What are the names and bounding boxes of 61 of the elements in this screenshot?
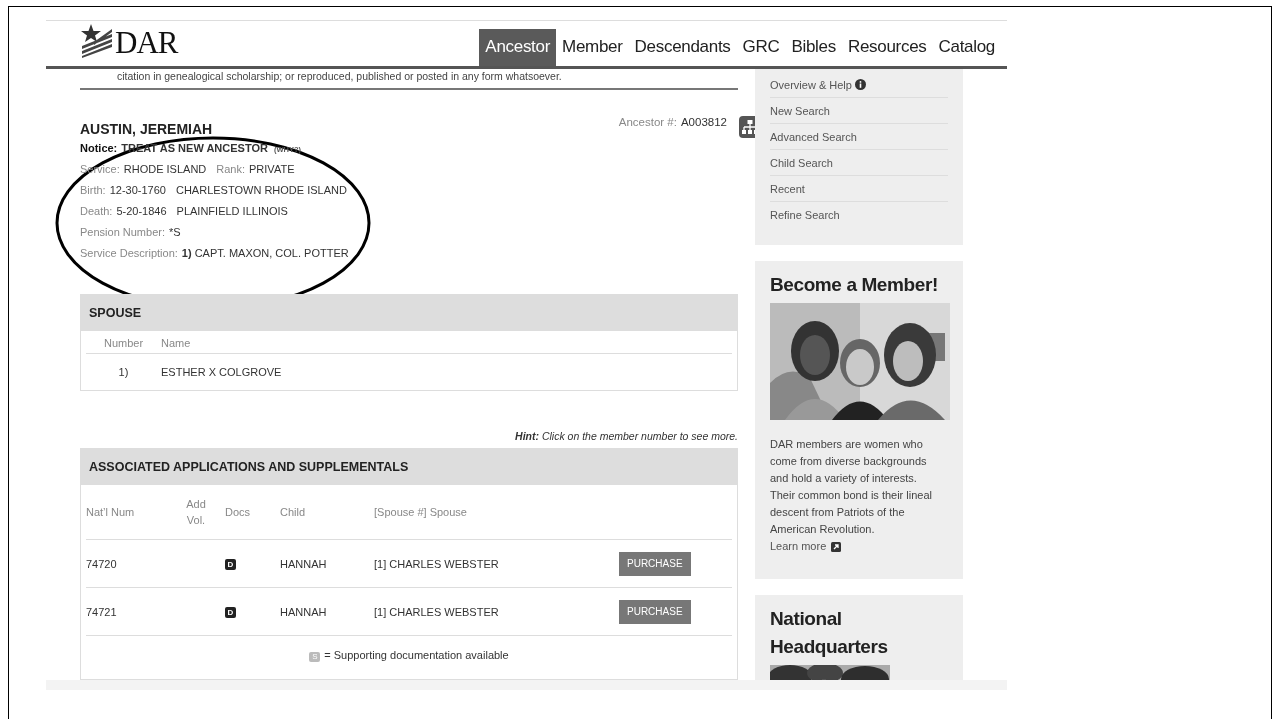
purchase-button[interactable]: PURCHASE — [619, 551, 691, 576]
ancestor-number: A003812 — [680, 116, 727, 128]
purchase-button[interactable]: PURCHASE — [619, 599, 691, 624]
column-header: Add Vol. — [185, 496, 207, 528]
card-title: Become a Member! — [770, 273, 939, 297]
fact-value: 1) CAPT. MAXON, COL. POTTER — [181, 247, 349, 259]
star-flag-icon — [80, 24, 114, 58]
ancestor-name: AUSTIN, JEREMIAH — [80, 121, 213, 137]
fact-label: Birth: — [80, 184, 106, 196]
nav-tab[interactable]: Descendants — [628, 29, 737, 66]
table-cell-text: [1] CHARLES WEBSTER — [374, 557, 500, 570]
nav-tab[interactable]: Bibles — [785, 29, 842, 66]
sidebar-item[interactable]: Refine Search — [770, 202, 948, 227]
fact-label: Rank: — [216, 163, 246, 175]
fact-value: PRIVATE — [249, 163, 295, 175]
fact-value: CHARLESTOWN RHODE ISLAND — [175, 184, 347, 196]
table-cell-text: HANNAH — [280, 605, 328, 618]
fact-label: Pension Number: — [80, 226, 165, 238]
sidebar-item[interactable]: New Search — [770, 98, 948, 124]
fact-value: PLAINFIELD ILLINOIS — [176, 205, 288, 217]
column-header: [Spouse #] Spouse — [374, 506, 468, 518]
table-cell-text: 1) — [117, 365, 130, 380]
column-header: Docs — [225, 506, 252, 518]
table-cell-text: [1] CHARLES WEBSTER — [374, 605, 500, 618]
notice-label: Notice: — [80, 142, 118, 154]
hint-text: Hint: Click on the member number to see more. — [514, 430, 738, 442]
nav-tab[interactable]: Member — [556, 29, 629, 66]
fact-value: RHODE ISLAND — [123, 163, 207, 175]
document-badge[interactable]: D — [225, 607, 236, 618]
card-title: National Headquarters — [770, 607, 889, 659]
sidebar-item[interactable]: Overview & Help — [770, 72, 948, 98]
sidebar-item[interactable]: Recent — [770, 176, 948, 202]
fact-label: Death: — [80, 205, 113, 217]
ancestor-number-label: Ancestor #: — [618, 116, 677, 128]
nav-tab[interactable]: GRC — [736, 29, 786, 66]
sidebar-item[interactable]: Advanced Search — [770, 124, 948, 150]
column-header: Number — [102, 336, 145, 351]
sidebar-item[interactable]: Child Search — [770, 150, 948, 176]
column-header: Nat’l Num — [86, 506, 136, 518]
panel-heading: SPOUSE — [81, 295, 737, 331]
fact-value: 5-20-1846 — [116, 205, 167, 217]
table-cell-text: 74720 — [86, 557, 118, 570]
fact-value: *S — [169, 226, 181, 238]
table-cell-text: 74721 — [86, 605, 118, 618]
column-header: Child — [280, 506, 307, 518]
learn-more-link[interactable]: Learn more — [770, 538, 948, 555]
document-badge[interactable]: D — [225, 559, 236, 570]
external-link-icon — [831, 541, 842, 552]
nav-tab[interactable]: Ancestor — [479, 29, 557, 66]
fact-label: Service Description: — [80, 247, 178, 259]
table-cell-text: HANNAH — [280, 557, 328, 570]
nav-tab[interactable]: Catalog — [932, 29, 1001, 66]
fact-value: 12-30-1760 — [109, 184, 166, 196]
logo[interactable]: DAR — [80, 24, 178, 58]
disclaimer-text: citation in genealogical scholarship; or reproduced, published or posted in any form whatsoever. — [116, 69, 563, 82]
table-cell-text: ESTHER X COLGROVE — [161, 365, 282, 380]
legend-text: = Supporting documentation available — [324, 649, 509, 661]
column-header: Name — [161, 336, 191, 351]
card-text: DAR members are women who come from diverse backgrounds and hold a variety of interests. Their common bond is their lineal descent from Patriots of the American Revolution. — [770, 437, 934, 537]
nav-tab[interactable]: Resources — [841, 29, 933, 66]
panel-heading: ASSOCIATED APPLICATIONS AND SUPPLEMENTALS — [81, 449, 737, 485]
